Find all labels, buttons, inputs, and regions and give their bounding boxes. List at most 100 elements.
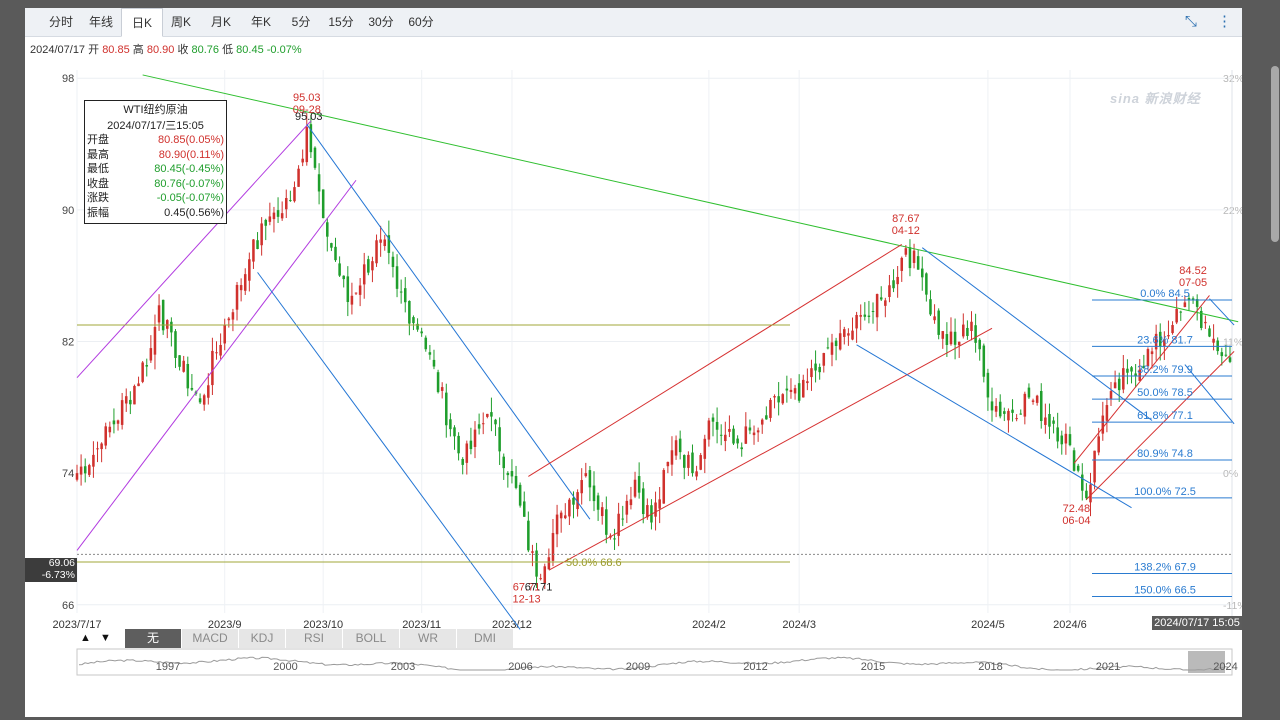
crosshair-date-label: 2024/07/17 15:05 [1152, 616, 1242, 630]
candle-body [843, 329, 846, 337]
peak-date-annotation: 07-05 [1179, 277, 1207, 289]
candle-body [670, 450, 674, 465]
tooltip-value: -0.05(-0.07%) [156, 192, 224, 205]
indicator-tab-kdj[interactable]: KDJ [239, 629, 286, 648]
candle-body [855, 314, 858, 329]
candle-body [1224, 354, 1228, 356]
candle-body [412, 317, 415, 324]
tooltip-key: 最高 [87, 148, 109, 161]
blue-channel-upper [306, 124, 591, 520]
candle-body [584, 473, 588, 477]
candle-body [1031, 400, 1035, 402]
crosshair-pct: -6.73% [41, 568, 75, 581]
candle-body [892, 280, 895, 289]
candle-body [920, 268, 924, 278]
candle-body [1052, 420, 1055, 424]
candle-body [1085, 490, 1088, 499]
candle-body [1076, 465, 1080, 471]
candle-body [531, 551, 534, 553]
candle-body [399, 291, 403, 293]
candle-body [190, 387, 194, 390]
candle-body [748, 427, 752, 431]
candle-body [1011, 409, 1014, 413]
candle-body [732, 428, 735, 444]
candle-body [678, 438, 682, 453]
candle-body [683, 455, 686, 468]
candle-body [243, 274, 247, 291]
candle-body [1216, 340, 1219, 352]
candle-body [297, 168, 300, 187]
indicator-tab-dmi[interactable]: DMI [457, 629, 514, 648]
indicator-tab-wr[interactable]: WR [400, 629, 457, 648]
candle-body [810, 368, 813, 378]
candle-body [998, 401, 1002, 417]
candle-body [974, 325, 977, 343]
candle-body [822, 353, 826, 366]
candle-body [1027, 387, 1031, 398]
trough-date-annotation: 12-13 [512, 594, 540, 606]
tooltip-row: 振幅 0.45(0.56%) [85, 206, 226, 221]
candle-body [728, 428, 731, 432]
candle-body [744, 426, 748, 444]
candle-body [211, 350, 214, 386]
candle-body [371, 261, 374, 271]
peak-date-annotation: 04-12 [892, 225, 920, 237]
candle-body [403, 288, 407, 303]
candle-body [1023, 393, 1027, 417]
x-tick-label: 2024/2 [692, 619, 726, 631]
candle-body [334, 246, 337, 261]
tooltip-key: 收盘 [87, 177, 109, 190]
fib-level-label: 61.8% 77.1 [1137, 410, 1193, 422]
candle-body [358, 285, 362, 295]
candle-body [1019, 413, 1023, 415]
overview-year-label: 2018 [978, 661, 1002, 673]
scroll-down-icon[interactable]: ▼ [100, 629, 111, 648]
tooltip-value: 80.85(0.05%) [157, 134, 224, 146]
scroll-up-icon[interactable]: ▲ [80, 629, 91, 648]
candle-body [1183, 302, 1187, 307]
candle-body [1044, 417, 1047, 425]
candle-body [769, 399, 772, 418]
candle-body [724, 434, 727, 442]
candle-body [719, 434, 723, 436]
crosshair-price-label: 69.06 -6.73% [25, 557, 77, 582]
indicator-tab-macd[interactable]: MACD [182, 629, 239, 648]
tooltip-value: 0.45(0.56%) [164, 206, 224, 219]
tooltip-value: 80.76(-0.07%) [154, 177, 224, 190]
candle-body [1015, 418, 1018, 420]
candle-body [1064, 433, 1068, 444]
purple-channel-lower [76, 179, 357, 551]
peak-price-annotation: 84.52 [1179, 265, 1207, 277]
fib-level-label: 50.0% 78.5 [1137, 387, 1193, 399]
fib-level-label: 100.0% 72.5 [1134, 486, 1196, 498]
page-scrollbar[interactable] [1244, 8, 1279, 717]
candle-body [1208, 328, 1211, 337]
tooltip-row: 最高 80.90(0.11%) [85, 148, 226, 163]
candle-body [330, 243, 333, 248]
candle-body [161, 299, 165, 331]
indicator-tab-boll[interactable]: BOLL [343, 629, 400, 648]
candle-body [785, 388, 789, 391]
candle-body [1220, 352, 1224, 357]
candle-body [473, 429, 477, 447]
indicator-tab-无[interactable]: 无 [125, 629, 182, 648]
candle-body [539, 578, 542, 580]
x-tick-label: 2024/3 [782, 619, 816, 631]
candle-body [461, 459, 464, 465]
tooltip-value: 80.90(0.11%) [158, 148, 224, 161]
scrollbar-thumb[interactable] [1271, 66, 1279, 242]
y-tick-label: 98 [62, 73, 74, 85]
candle-body [654, 502, 657, 517]
candle-body [305, 127, 309, 163]
candle-body [625, 500, 629, 515]
indicator-tab-rsi[interactable]: RSI [286, 629, 343, 648]
tooltip-value: 80.45(-0.45%) [154, 163, 224, 176]
candle-body [104, 426, 107, 446]
overview-year-label: 2009 [626, 661, 650, 673]
tooltip-row: 收盘 80.76(-0.07%) [85, 177, 226, 192]
y-tick-label: 90 [62, 205, 74, 217]
candle-body [153, 327, 157, 355]
candle-body [994, 406, 998, 412]
candle-body [367, 259, 370, 273]
overview-navigator [76, 648, 1233, 676]
